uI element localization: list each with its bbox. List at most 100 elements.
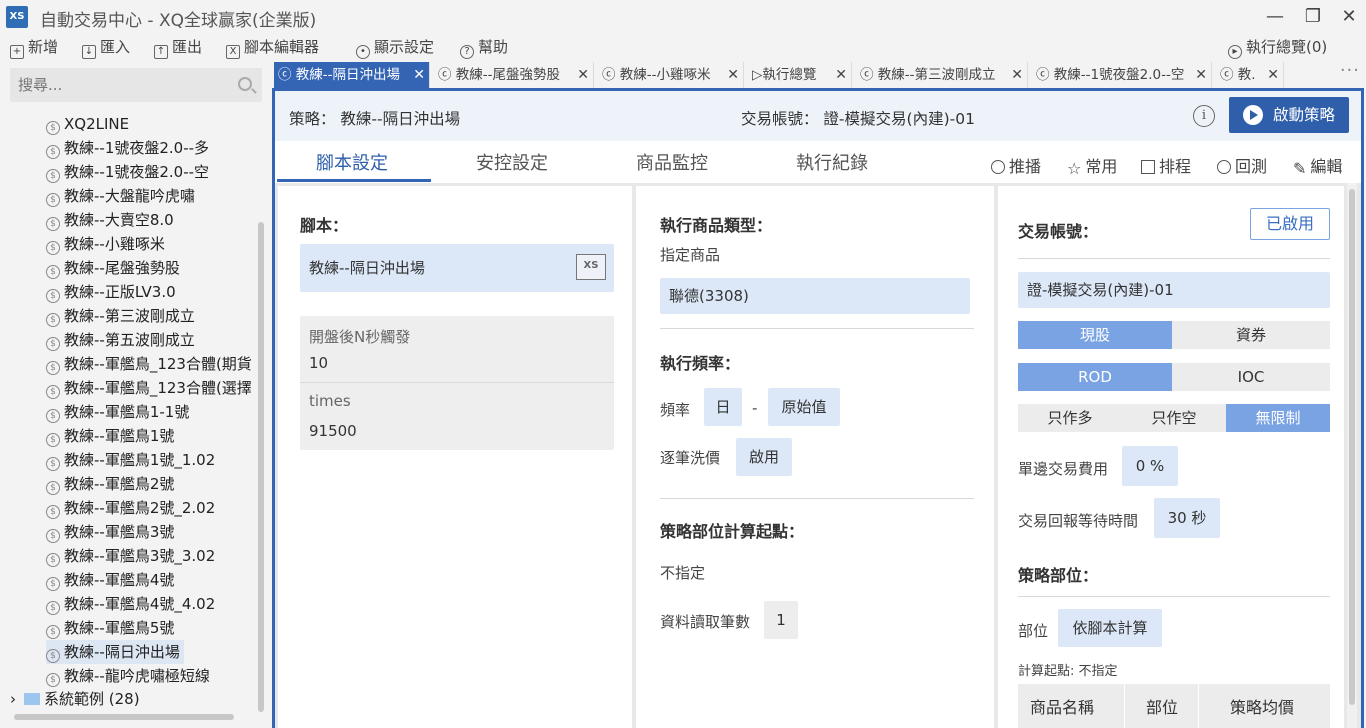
- frequency-text: 頻率: [660, 401, 691, 419]
- script-field[interactable]: 教練--隔日沖出場 XS: [300, 244, 614, 292]
- tree-item-strategy[interactable]: $ 教練--軍艦鳥1-1號: [46, 400, 189, 424]
- wait-field[interactable]: 30 秒: [1154, 498, 1220, 538]
- wait-text: 交易回報等待時間: [1018, 512, 1139, 530]
- script-editor-button[interactable]: X 腳本編輯器: [226, 36, 319, 59]
- tree-item-strategy[interactable]: $ 教練--軍艦鳥2號: [46, 472, 174, 496]
- maximize-icon[interactable]: ❐: [1296, 4, 1330, 30]
- enabled-button[interactable]: 已啟用: [1250, 208, 1330, 240]
- trade-type-margin[interactable]: 資券: [1172, 321, 1330, 349]
- close-icon[interactable]: ✕: [1267, 62, 1279, 88]
- tree-item-strategy[interactable]: $ 教練--隔日沖出場: [46, 640, 184, 664]
- tree-item-strategy[interactable]: $ XQ2LINE: [46, 112, 129, 136]
- tree-item-strategy[interactable]: $ 教練--軍艦鳥1號: [46, 424, 174, 448]
- tree-item-strategy[interactable]: $ 教練--小雞啄米: [46, 232, 165, 256]
- tree-item-strategy[interactable]: $ 教練--1號夜盤2.0--多: [46, 136, 209, 160]
- tree-item-strategy[interactable]: $ 教練--軍艦鳥_123合體(選擇: [46, 376, 252, 400]
- tab-exec-overview[interactable]: ▷執行總覽 ✕: [748, 62, 852, 88]
- info-icon[interactable]: i: [1193, 105, 1215, 127]
- position-heading: 策略部位：: [1018, 566, 1099, 585]
- export-label: 匯出: [172, 38, 203, 56]
- fee-field[interactable]: 0 %: [1122, 446, 1178, 486]
- tab-exec-log[interactable]: 執行紀錄: [757, 149, 907, 175]
- tree-item-strategy[interactable]: $ 教練--大賣空8.0: [46, 208, 174, 232]
- export-button[interactable]: ↑ 匯出: [154, 36, 202, 59]
- tree-item-label: 教練--軍艦鳥4號_4.02: [64, 595, 216, 613]
- tree-item-strategy[interactable]: $ 教練--第五波剛成立: [46, 328, 195, 352]
- favorite-button[interactable]: ☆ 常用: [1067, 153, 1117, 177]
- position-calc-value[interactable]: 不指定: [660, 562, 705, 583]
- trade-type-cash[interactable]: 現股: [1018, 321, 1172, 349]
- close-icon[interactable]: ✕: [1195, 62, 1207, 88]
- col-position: 部位: [1146, 698, 1179, 717]
- sidebar-vertical-scrollbar[interactable]: [258, 222, 264, 712]
- param-value[interactable]: 91500: [309, 422, 357, 440]
- tab-strategy[interactable]: ⓒ 教練--小雞啄米 ✕: [598, 62, 744, 88]
- close-icon[interactable]: ✕: [577, 62, 589, 88]
- more-tabs-icon[interactable]: ···: [1340, 60, 1360, 81]
- position-text: 部位: [1018, 622, 1049, 640]
- frequency-mode-select[interactable]: 原始值: [768, 388, 840, 426]
- tree-item-strategy[interactable]: $ 教練--軍艦鳥1號_1.02: [46, 448, 215, 472]
- import-button[interactable]: ↓ 匯入: [82, 36, 130, 59]
- tab-strategy[interactable]: ⓒ 教練--尾盤強勢股 ✕: [434, 62, 594, 88]
- close-icon[interactable]: ✕: [1011, 62, 1023, 88]
- direction-long-only[interactable]: 只作多: [1018, 404, 1122, 432]
- product-field[interactable]: 聯德(3308): [660, 278, 970, 314]
- account-field[interactable]: 證-模擬交易(內建)-01: [1018, 272, 1330, 308]
- tab-strategy[interactable]: ⓒ 教練--隔日沖出場 ✕: [274, 62, 430, 88]
- tree-item-strategy[interactable]: $ 教練--正版LV3.0: [46, 280, 176, 304]
- close-icon[interactable]: ✕: [413, 62, 425, 88]
- xs-editor-icon[interactable]: XS: [576, 254, 606, 280]
- schedule-button[interactable]: 排程: [1141, 153, 1191, 177]
- folder-system-examples[interactable]: › 系統範例 (28): [10, 688, 140, 709]
- panel-vertical-scrollbar[interactable]: [1347, 183, 1357, 728]
- tab-product-monitor[interactable]: 商品監控: [597, 149, 747, 175]
- order-type-ioc[interactable]: IOC: [1172, 363, 1330, 391]
- dollar-icon: ⓒ: [860, 67, 874, 83]
- direction-unlimited[interactable]: 無限制: [1226, 404, 1330, 432]
- close-icon[interactable]: ✕: [835, 62, 847, 88]
- tree-item-strategy[interactable]: $ 教練--軍艦鳥_123合體(期貨: [46, 352, 252, 376]
- frequency-select[interactable]: 日: [704, 388, 742, 426]
- tree-item-strategy[interactable]: $ 教練--尾盤強勢股: [46, 256, 180, 280]
- minimize-icon[interactable]: —: [1258, 4, 1292, 30]
- tab-strategy[interactable]: ⓒ 教練--第三波剛成立 ✕: [856, 62, 1028, 88]
- push-button[interactable]: 推播: [991, 153, 1041, 177]
- data-count-field[interactable]: 1: [764, 601, 798, 639]
- display-settings-button[interactable]: • 顯示設定: [356, 36, 434, 59]
- tree-item-strategy[interactable]: $ 教練--軍艦鳥2號_2.02: [46, 496, 215, 520]
- new-button[interactable]: + 新增: [10, 36, 58, 59]
- tree-item-strategy[interactable]: $ 教練--軍艦鳥4號: [46, 568, 174, 592]
- search-icon[interactable]: [238, 77, 252, 91]
- param-value[interactable]: 10: [309, 354, 328, 372]
- tree-item-strategy[interactable]: $ 教練--大盤龍吟虎嘯: [46, 184, 195, 208]
- tab-script-settings[interactable]: 腳本設定: [277, 149, 427, 175]
- tree-item-label: 教練--軍艦鳥1號_1.02: [64, 451, 216, 469]
- sidebar-horizontal-scrollbar[interactable]: [14, 714, 234, 720]
- start-strategy-button[interactable]: 啟動策略: [1229, 97, 1349, 133]
- chevron-right-icon[interactable]: ›: [10, 690, 16, 708]
- search-input[interactable]: [10, 68, 220, 102]
- tree-item-strategy[interactable]: $ 教練--1號夜盤2.0--空: [46, 160, 209, 184]
- tree-item-strategy[interactable]: $ 教練--軍艦鳥3號_3.02: [46, 544, 215, 568]
- exec-overview-button[interactable]: ▸ 執行總覽(0): [1228, 36, 1327, 59]
- tree-item-strategy[interactable]: $ 教練--龍吟虎嘯極短線: [46, 664, 210, 688]
- tab-strategy[interactable]: ⓒ 教練--1號夜盤2.0--空 ✕: [1032, 62, 1212, 88]
- backtest-button[interactable]: 回測: [1217, 153, 1267, 177]
- position-select[interactable]: 依腳本計算: [1058, 609, 1162, 647]
- tree-item-strategy[interactable]: $ 教練--軍艦鳥3號: [46, 520, 174, 544]
- tab-risk-settings[interactable]: 安控設定: [437, 149, 587, 175]
- order-type-rod[interactable]: ROD: [1018, 363, 1172, 391]
- tab-strategy[interactable]: ⓒ 教. ✕: [1216, 62, 1284, 88]
- close-icon[interactable]: ✕: [727, 62, 739, 88]
- tree-item-strategy[interactable]: $ 教練--軍艦鳥5號: [46, 616, 174, 640]
- product-type-value[interactable]: 指定商品: [660, 244, 720, 265]
- edit-button[interactable]: ✎ 編輯: [1293, 153, 1342, 177]
- help-button[interactable]: ? 幫助: [460, 36, 508, 59]
- tree-item-strategy[interactable]: $ 教練--軍艦鳥4號_4.02: [46, 592, 215, 616]
- edit-label: 編輯: [1310, 157, 1343, 176]
- tick-wash-select[interactable]: 啟用: [736, 438, 792, 476]
- close-icon[interactable]: ✕: [1332, 4, 1366, 30]
- direction-short-only[interactable]: 只作空: [1122, 404, 1226, 432]
- tree-item-strategy[interactable]: $ 教練--第三波剛成立: [46, 304, 195, 328]
